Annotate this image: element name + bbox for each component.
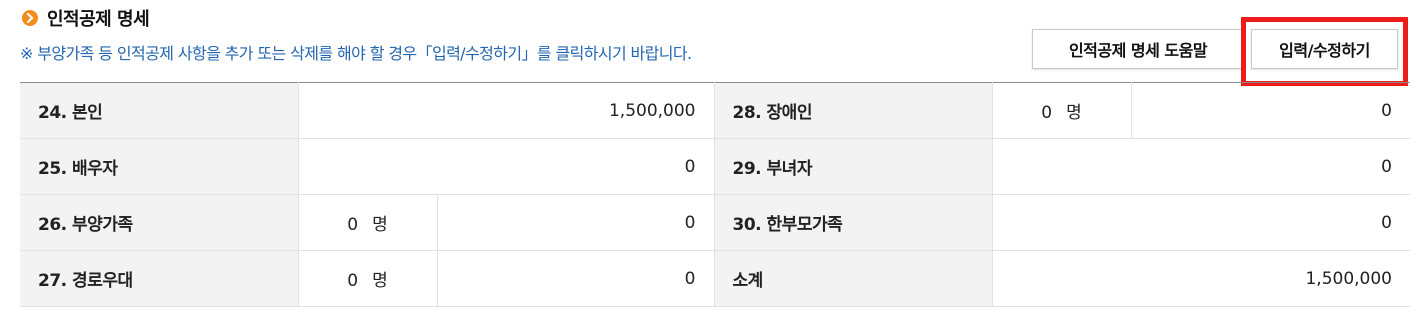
table-row: 25. 배우자 0 29. 부녀자 0 bbox=[20, 138, 1410, 195]
amount-women: 0 bbox=[991, 138, 1410, 195]
label-spouse: 25. 배우자 bbox=[20, 138, 299, 195]
label-elderly: 27. 경로우대 bbox=[20, 250, 299, 307]
count-dependents: 0명 bbox=[297, 194, 438, 251]
amount-dependents: 0 bbox=[436, 194, 715, 251]
count-value: 0 bbox=[347, 271, 359, 291]
amount-elderly: 0 bbox=[436, 250, 715, 307]
amount-subtotal: 1,500,000 bbox=[991, 250, 1410, 307]
label-self: 24. 본인 bbox=[20, 82, 299, 139]
count-unit: 명 bbox=[372, 215, 388, 235]
amount-single-parent: 0 bbox=[991, 194, 1410, 251]
chevron-right-circle-icon bbox=[22, 10, 38, 26]
count-unit: 명 bbox=[372, 271, 388, 291]
notice-text: ※ 부양가족 등 인적공제 사항을 추가 또는 삭제를 해야 할 경우「입력/수… bbox=[20, 44, 692, 63]
deduction-help-button[interactable]: 인적공제 명세 도움말 bbox=[1032, 29, 1244, 69]
table-row: 26. 부양가족 0명 0 30. 한부모가족 0 bbox=[20, 194, 1410, 251]
count-value: 0 bbox=[1041, 103, 1053, 123]
deduction-table: 24. 본인 1,500,000 28. 장애인 0명 0 25. 배우자 0 … bbox=[20, 82, 1410, 307]
table-row: 27. 경로우대 0명 0 소계 1,500,000 bbox=[20, 250, 1410, 307]
amount-self: 1,500,000 bbox=[297, 82, 715, 139]
count-value: 0 bbox=[347, 215, 359, 235]
label-dependents: 26. 부양가족 bbox=[20, 194, 299, 251]
count-unit: 명 bbox=[1066, 103, 1082, 123]
label-disabled: 28. 장애인 bbox=[713, 82, 993, 139]
count-disabled: 0명 bbox=[991, 82, 1132, 139]
section-title: 인적공제 명세 bbox=[47, 9, 150, 30]
label-subtotal: 소계 bbox=[713, 250, 993, 307]
label-women: 29. 부녀자 bbox=[713, 138, 993, 195]
section-header: 인적공제 명세 bbox=[22, 5, 150, 31]
label-single-parent: 30. 한부모가족 bbox=[713, 194, 993, 251]
count-elderly: 0명 bbox=[297, 250, 438, 307]
table-row: 24. 본인 1,500,000 28. 장애인 0명 0 bbox=[20, 82, 1410, 139]
edit-button[interactable]: 입력/수정하기 bbox=[1251, 29, 1398, 69]
amount-disabled: 0 bbox=[1130, 82, 1410, 139]
amount-spouse: 0 bbox=[297, 138, 715, 195]
